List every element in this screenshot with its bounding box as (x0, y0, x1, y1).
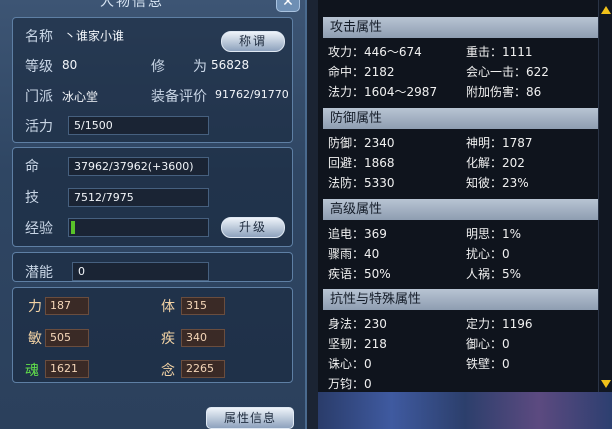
advanced-cell: 追电：369 (328, 227, 387, 241)
defense-cell: 化解：202 (466, 156, 525, 170)
upgrade-button[interactable]: 升级 (221, 217, 285, 238)
agility-value: 505 (45, 329, 89, 347)
strength-value: 187 (45, 297, 89, 315)
attack-cell: 会心一击：622 (466, 65, 549, 79)
level-value: 80 (62, 58, 78, 72)
character-info-panel: 人物信息 ✕ 名称 丶谁家小谁 称谓 等级 80 修 为 56828 门派 冰心… (0, 0, 307, 429)
sect-label: 门派 (25, 89, 53, 105)
attribute-info-button[interactable]: 属性信息 (206, 407, 294, 429)
special-cell: 万钧：0 (328, 377, 372, 391)
defense-row: 法防：5330 知彼：23% (328, 174, 598, 194)
skill-label: 技 (25, 190, 39, 206)
gear-score-label: 装备评价 (151, 89, 207, 105)
defense-row: 回避：1868 化解：202 (328, 154, 598, 174)
special-cell: 诛心：0 (328, 357, 372, 371)
vitality-field: 5/1500 (68, 116, 209, 135)
hp-field: 37962/37962(+3600) (68, 157, 209, 176)
speed-value: 340 (181, 329, 225, 347)
attack-row: 攻力：446～674 重击：1111 (328, 43, 598, 63)
special-cell: 御心：0 (466, 337, 510, 351)
mind-value: 2265 (181, 360, 225, 378)
attack-cell: 命中：2182 (328, 65, 395, 79)
exp-bar (68, 218, 209, 237)
name-label: 名称 (25, 29, 53, 45)
sect-value: 冰心堂 (62, 90, 99, 104)
attack-row: 法力：1604～2987 附加伤害：86 (328, 83, 598, 103)
attack-row: 命中：2182 会心一击：622 (328, 63, 598, 83)
hp-label: 命 (25, 159, 39, 175)
gear-score-value: 91762/91770 (215, 88, 289, 101)
special-header: 抗性与特殊属性 (323, 289, 599, 310)
defense-cell: 防御：2340 (328, 136, 395, 150)
defense-cell: 神明：1787 (466, 136, 533, 150)
special-cell: 定力：1196 (466, 317, 533, 331)
arrow-up-icon[interactable] (601, 6, 611, 14)
advanced-cell: 人祸：5% (466, 267, 522, 281)
advanced-cell: 骤雨：40 (328, 247, 380, 261)
advanced-list: 追电：369 明思：1% 骤雨：40 扰心：0 疾语：50% 人祸：5% (328, 225, 598, 285)
advanced-cell: 扰心：0 (466, 247, 510, 261)
defense-cell: 回避：1868 (328, 156, 395, 170)
skill-field: 7512/7975 (68, 188, 209, 207)
defense-list: 防御：2340 神明：1787 回避：1868 化解：202 法防：5330 知彼：23% (328, 134, 598, 194)
attack-cell: 法力：1604～2987 (328, 85, 438, 99)
constitution-value: 315 (181, 297, 225, 315)
special-cell: 身法：230 (328, 317, 387, 331)
cultivation-value: 56828 (211, 58, 250, 72)
attack-list: 攻力：446～674 重击：1111 命中：2182 会心一击：622 法力：1604～… (328, 43, 598, 103)
soul-value: 1621 (45, 360, 89, 378)
attack-cell: 重击：1111 (466, 45, 533, 59)
special-cell: 坚韧：218 (328, 337, 387, 351)
special-row: 坚韧：218 御心：0 (328, 335, 598, 355)
cultivation-label: 修 为 (151, 59, 207, 75)
level-label: 等级 (25, 59, 53, 75)
advanced-row: 疾语：50% 人祸：5% (328, 265, 598, 285)
defense-cell: 法防：5330 (328, 176, 395, 190)
potential-field: 0 (72, 262, 209, 281)
exp-label: 经验 (25, 221, 53, 237)
defense-header: 防御属性 (323, 108, 599, 129)
attack-cell: 附加伤害：86 (466, 85, 542, 99)
name-value: 丶谁家小谁 (64, 29, 125, 43)
speed-label: 疾 (161, 331, 175, 347)
mind-label: 念 (161, 363, 175, 379)
advanced-cell: 明思：1% (466, 227, 522, 241)
advanced-header: 高级属性 (323, 199, 599, 220)
agility-label: 敏 (28, 331, 42, 347)
advanced-cell: 疾语：50% (328, 267, 391, 281)
vitality-label: 活力 (25, 119, 53, 135)
bottom-decor (318, 392, 612, 429)
arrow-down-icon[interactable] (601, 380, 611, 388)
constitution-label: 体 (161, 299, 175, 315)
scrollbar[interactable] (598, 0, 612, 392)
advanced-row: 骤雨：40 扰心：0 (328, 245, 598, 265)
title-button[interactable]: 称谓 (221, 31, 285, 52)
defense-row: 防御：2340 神明：1787 (328, 134, 598, 154)
strength-label: 力 (28, 299, 42, 315)
advanced-row: 追电：369 明思：1% (328, 225, 598, 245)
soul-label: 魂 (25, 363, 39, 379)
close-icon[interactable]: ✕ (276, 0, 300, 12)
special-list: 身法：230 定力：1196 坚韧：218 御心：0 诛心：0 铁壁：0 万钧：0 (328, 315, 598, 395)
attack-cell: 攻力：446～674 (328, 45, 422, 59)
special-row: 身法：230 定力：1196 (328, 315, 598, 335)
attack-header: 攻击属性 (323, 17, 599, 38)
special-row: 诛心：0 铁壁：0 (328, 355, 598, 375)
exp-bar-fill (71, 221, 76, 234)
special-cell: 铁壁：0 (466, 357, 510, 371)
defense-cell: 知彼：23% (466, 176, 529, 190)
window-title: 人物信息 (100, 0, 164, 10)
potential-label: 潜能 (25, 265, 53, 281)
